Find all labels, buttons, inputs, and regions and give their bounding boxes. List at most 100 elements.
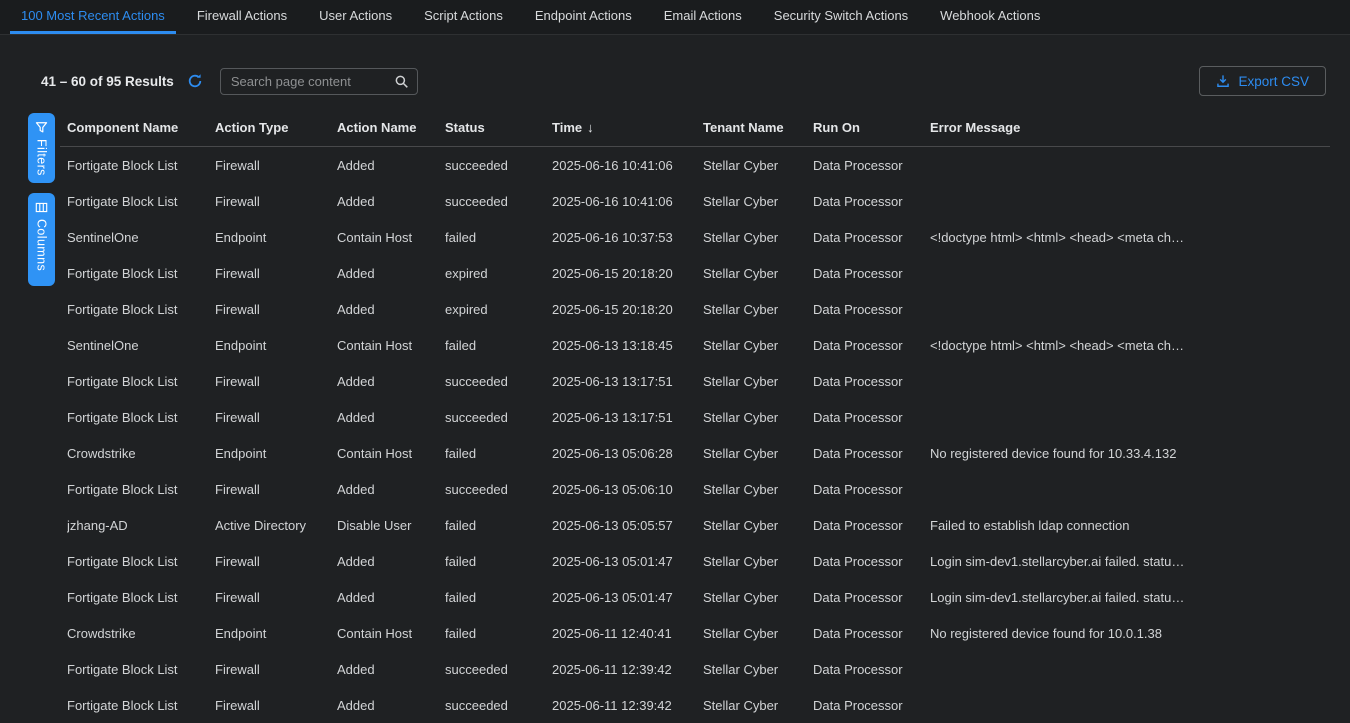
table-row[interactable]: Fortigate Block ListFirewallAddedexpired…	[60, 291, 1330, 327]
table-cell: Firewall	[215, 554, 337, 569]
search-box	[220, 68, 418, 95]
table-cell: Data Processor	[813, 698, 930, 713]
table-cell: <!doctype html> <html> <head> <meta ch…	[930, 338, 1330, 353]
top-tab-bar: 100 Most Recent Actions Firewall Actions U…	[0, 0, 1350, 35]
table-cell: Firewall	[215, 698, 337, 713]
table-cell: SentinelOne	[67, 230, 215, 245]
export-csv-button[interactable]: Export CSV	[1199, 66, 1326, 96]
actions-table-body: Fortigate Block ListFirewallAddedsucceed…	[60, 147, 1330, 723]
table-row[interactable]: Fortigate Block ListFirewallAddedsucceed…	[60, 183, 1330, 219]
table-cell: Data Processor	[813, 626, 930, 641]
tab-100-most-recent-actions[interactable]: 100 Most Recent Actions	[10, 0, 176, 34]
table-cell: Contain Host	[337, 626, 445, 641]
table-cell: 2025-06-13 05:06:10	[552, 482, 703, 497]
table-row[interactable]: Fortigate Block ListFirewallAddedexpired…	[60, 255, 1330, 291]
table-cell: Stellar Cyber	[703, 698, 813, 713]
table-cell: No registered device found for 10.33.4.1…	[930, 446, 1330, 461]
column-header-component-name[interactable]: Component Name	[67, 120, 215, 135]
table-cell: failed	[445, 518, 552, 533]
table-cell: Stellar Cyber	[703, 302, 813, 317]
table-cell: Data Processor	[813, 590, 930, 605]
table-cell: 2025-06-16 10:37:53	[552, 230, 703, 245]
columns-tab-label: Columns	[35, 219, 49, 271]
column-header-action-type[interactable]: Action Type	[215, 120, 337, 135]
table-row[interactable]: Fortigate Block ListFirewallAddedfailed2…	[60, 579, 1330, 615]
filters-tab-label: Filters	[35, 139, 49, 176]
table-cell: Contain Host	[337, 338, 445, 353]
table-cell: 2025-06-13 05:01:47	[552, 554, 703, 569]
table-cell: 2025-06-13 05:01:47	[552, 590, 703, 605]
table-cell: Stellar Cyber	[703, 590, 813, 605]
column-header-time[interactable]: Time↓	[552, 120, 703, 135]
table-cell: succeeded	[445, 158, 552, 173]
table-cell: Data Processor	[813, 410, 930, 425]
tab-endpoint-actions[interactable]: Endpoint Actions	[524, 0, 643, 34]
table-cell: Stellar Cyber	[703, 230, 813, 245]
table-cell: 2025-06-13 13:17:51	[552, 374, 703, 389]
table-cell: Stellar Cyber	[703, 518, 813, 533]
table-cell: Data Processor	[813, 230, 930, 245]
search-icon[interactable]	[394, 74, 417, 89]
tab-webhook-actions[interactable]: Webhook Actions	[929, 0, 1051, 34]
column-header-status[interactable]: Status	[445, 120, 552, 135]
table-cell: Stellar Cyber	[703, 194, 813, 209]
column-header-tenant-name[interactable]: Tenant Name	[703, 120, 813, 135]
table-cell: 2025-06-15 20:18:20	[552, 302, 703, 317]
sort-desc-icon[interactable]: ↓	[587, 120, 594, 135]
column-header-action-name[interactable]: Action Name	[337, 120, 445, 135]
table-cell: Firewall	[215, 158, 337, 173]
tab-firewall-actions[interactable]: Firewall Actions	[186, 0, 298, 34]
table-row[interactable]: CrowdstrikeEndpointContain Hostfailed202…	[60, 615, 1330, 651]
column-header-run-on[interactable]: Run On	[813, 120, 930, 135]
table-cell: Added	[337, 194, 445, 209]
table-cell: Data Processor	[813, 554, 930, 569]
table-row[interactable]: Fortigate Block ListFirewallAddedfailed2…	[60, 543, 1330, 579]
table-cell: expired	[445, 266, 552, 281]
table-cell: succeeded	[445, 662, 552, 677]
search-input[interactable]	[221, 74, 394, 89]
toolbar: 41 – 60 of 95 Results Export CSV	[0, 66, 1350, 96]
table-cell: Firewall	[215, 482, 337, 497]
table-cell: Fortigate Block List	[67, 662, 215, 677]
tab-user-actions[interactable]: User Actions	[308, 0, 403, 34]
columns-tab[interactable]: Columns	[28, 193, 55, 286]
table-row[interactable]: SentinelOneEndpointContain Hostfailed202…	[60, 327, 1330, 363]
table-row[interactable]: SentinelOneEndpointContain Hostfailed202…	[60, 219, 1330, 255]
table-cell: Added	[337, 302, 445, 317]
columns-icon	[35, 201, 48, 214]
table-cell: Added	[337, 482, 445, 497]
table-cell: Added	[337, 698, 445, 713]
table-cell: Data Processor	[813, 338, 930, 353]
tab-script-actions[interactable]: Script Actions	[413, 0, 514, 34]
actions-table-header: Component NameAction TypeAction NameStat…	[60, 109, 1330, 146]
table-cell: Fortigate Block List	[67, 302, 215, 317]
refresh-button[interactable]	[187, 73, 203, 89]
table-cell: Stellar Cyber	[703, 482, 813, 497]
table-cell: Data Processor	[813, 374, 930, 389]
table-cell: Data Processor	[813, 482, 930, 497]
tab-security-switch-actions[interactable]: Security Switch Actions	[763, 0, 919, 34]
table-cell: Data Processor	[813, 194, 930, 209]
download-icon	[1216, 74, 1230, 88]
table-cell: Added	[337, 374, 445, 389]
table-cell: Firewall	[215, 194, 337, 209]
table-row[interactable]: Fortigate Block ListFirewallAddedsucceed…	[60, 651, 1330, 687]
table-row[interactable]: jzhang-ADActive DirectoryDisable Userfai…	[60, 507, 1330, 543]
refresh-icon	[187, 73, 203, 89]
table-row[interactable]: Fortigate Block ListFirewallAddedsucceed…	[60, 687, 1330, 723]
tab-email-actions[interactable]: Email Actions	[653, 0, 753, 34]
table-cell: succeeded	[445, 698, 552, 713]
table-row[interactable]: Fortigate Block ListFirewallAddedsucceed…	[60, 399, 1330, 435]
filters-tab[interactable]: Filters	[28, 113, 55, 183]
table-row[interactable]: Fortigate Block ListFirewallAddedsucceed…	[60, 147, 1330, 183]
table-row[interactable]: Fortigate Block ListFirewallAddedsucceed…	[60, 363, 1330, 399]
table-cell: Endpoint	[215, 626, 337, 641]
table-row[interactable]: Fortigate Block ListFirewallAddedsucceed…	[60, 471, 1330, 507]
table-cell: Stellar Cyber	[703, 338, 813, 353]
table-cell: succeeded	[445, 482, 552, 497]
table-cell: Data Processor	[813, 446, 930, 461]
table-cell: Crowdstrike	[67, 446, 215, 461]
column-header-error-message[interactable]: Error Message	[930, 120, 1330, 135]
table-cell: No registered device found for 10.0.1.38	[930, 626, 1330, 641]
table-row[interactable]: CrowdstrikeEndpointContain Hostfailed202…	[60, 435, 1330, 471]
